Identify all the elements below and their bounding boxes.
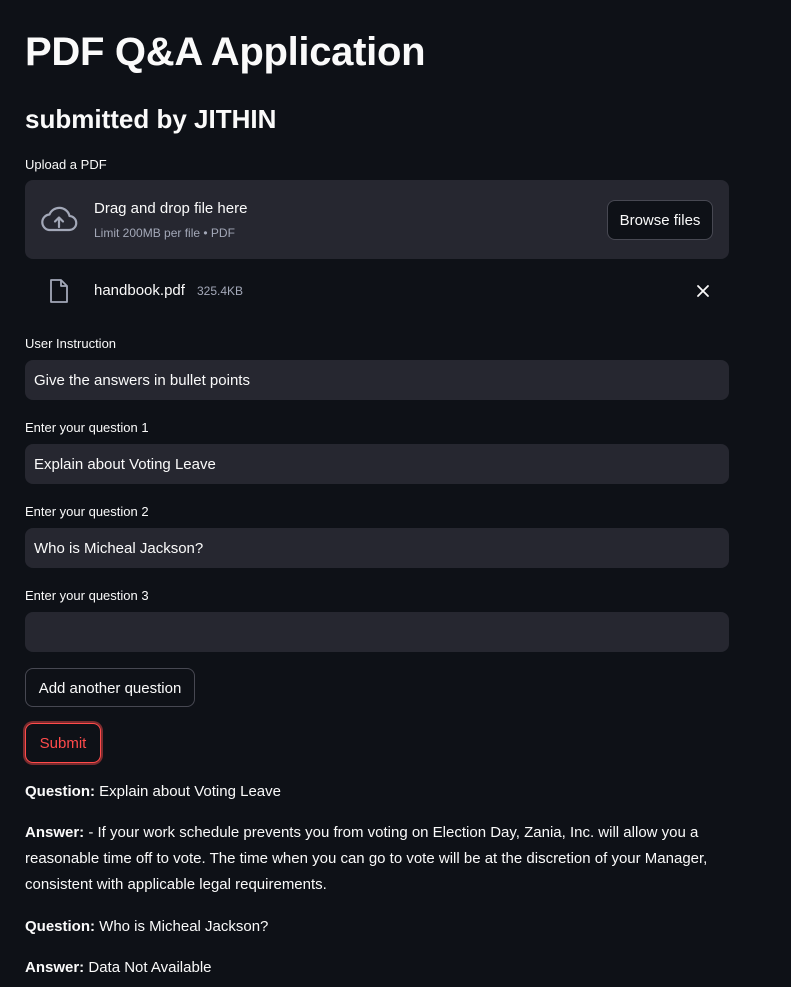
uploaded-file-row: handbook.pdf 325.4KB bbox=[25, 270, 729, 312]
page-subtitle: submitted by JITHIN bbox=[25, 104, 277, 134]
question-3-input[interactable] bbox=[25, 612, 729, 652]
question-prefix: Question: bbox=[25, 783, 95, 800]
file-icon bbox=[50, 279, 68, 303]
file-dropzone[interactable]: Drag and drop file here Limit 200MB per … bbox=[25, 180, 729, 259]
dropzone-limit: Limit 200MB per file • PDF bbox=[94, 226, 235, 240]
question-1-input[interactable] bbox=[25, 444, 729, 484]
result-answer-2: Answer: Data Not Available bbox=[25, 955, 725, 981]
question-2-input[interactable] bbox=[25, 528, 729, 568]
question-text: Explain about Voting Leave bbox=[95, 783, 281, 800]
close-icon[interactable] bbox=[693, 281, 713, 301]
result-answer-1: Answer: - If your work schedule prevents… bbox=[25, 820, 715, 898]
instruction-input[interactable] bbox=[25, 360, 729, 400]
result-question-1: Question: Explain about Voting Leave bbox=[25, 779, 725, 805]
answer-text: - If your work schedule prevents you fro… bbox=[25, 824, 708, 893]
page-title: PDF Q&A Application bbox=[25, 30, 426, 74]
uploaded-file-size: 325.4KB bbox=[197, 284, 244, 298]
instruction-label: User Instruction bbox=[25, 336, 117, 351]
cloud-upload-icon bbox=[41, 206, 78, 232]
question-2-label: Enter your question 2 bbox=[25, 504, 149, 519]
dropzone-instructions: Drag and drop file here bbox=[94, 200, 248, 217]
question-text: Who is Micheal Jackson? bbox=[95, 918, 269, 935]
submit-button[interactable]: Submit bbox=[25, 723, 101, 763]
browse-files-button[interactable]: Browse files bbox=[607, 200, 713, 240]
upload-label: Upload a PDF bbox=[25, 157, 107, 172]
uploaded-file-name: handbook.pdf bbox=[94, 282, 185, 299]
question-prefix: Question: bbox=[25, 918, 95, 935]
answer-text: Data Not Available bbox=[84, 959, 212, 976]
answer-prefix: Answer: bbox=[25, 824, 85, 841]
app-page: PDF Q&A Application submitted by JITHIN … bbox=[0, 0, 791, 987]
add-question-button[interactable]: Add another question bbox=[25, 668, 195, 707]
question-1-label: Enter your question 1 bbox=[25, 420, 149, 435]
answer-prefix: Answer: bbox=[25, 959, 85, 976]
question-3-label: Enter your question 3 bbox=[25, 588, 149, 603]
result-question-2: Question: Who is Micheal Jackson? bbox=[25, 914, 725, 940]
